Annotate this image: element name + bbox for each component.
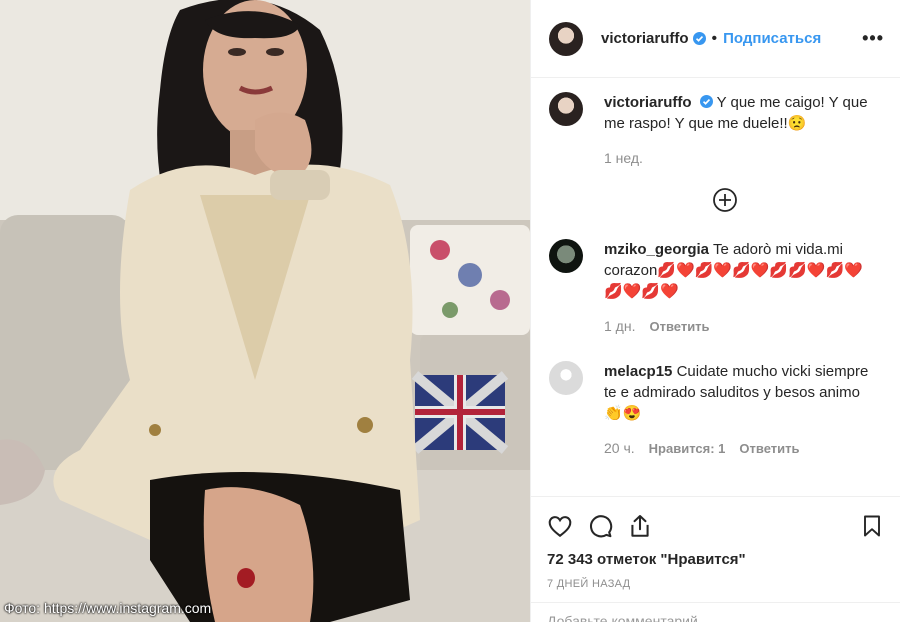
separator-dot: • [711,29,718,47]
follow-button[interactable]: Подписаться [723,30,821,47]
likes-count[interactable]: 72 343 отметок "Нравится" [547,551,884,568]
reply-button[interactable]: Ответить [649,316,709,337]
add-comment-input[interactable]: Добавьте комментарий... [531,602,900,622]
photo-credit: Фото: https://www.instagram.com [4,600,212,616]
post-header: victoriaruffo • Подписаться ••• [531,0,900,78]
post-date[interactable]: 7 ДНЕЙ НАЗАД [547,578,884,590]
action-bar [547,511,884,541]
reply-button[interactable]: Ответить [739,438,799,459]
comment-item: melacp15 Cuidate mucho vicki siempre te … [549,361,884,459]
post-image [0,0,530,622]
plus-circle-icon[interactable] [713,188,737,212]
comment-icon[interactable] [587,513,613,539]
comment-meta: 20 ч. Нравится: 1 Ответить [604,438,870,459]
comment-likes[interactable]: Нравится: 1 [649,438,726,459]
share-icon[interactable] [627,513,653,539]
comment-item: mziko_georgia Te adorò mi vida.mi corazo… [549,239,884,337]
post-username[interactable]: victoriaruffo [601,30,689,47]
post-photo[interactable]: Фото: https://www.instagram.com [0,0,530,622]
verified-icon [692,32,706,45]
heart-icon[interactable] [547,513,573,539]
avatar[interactable] [549,92,583,126]
avatar[interactable] [549,21,583,56]
caption-time[interactable]: 1 нед. [604,148,643,169]
caption-meta: 1 нед. [604,148,870,169]
verified-icon [699,95,713,108]
post-sidebar: victoriaruffo • Подписаться ••• victoria… [530,0,900,622]
avatar[interactable] [549,361,583,395]
comment-time[interactable]: 1 дн. [604,316,635,337]
caption-item: victoriaruffo Y que me caigo! Y que me r… [549,92,884,169]
comments-list: victoriaruffo Y que me caigo! Y que me r… [531,92,900,459]
avatar[interactable] [549,239,583,273]
comment-time[interactable]: 20 ч. [604,438,635,459]
more-options-icon[interactable]: ••• [862,28,884,49]
caption-username[interactable]: victoriaruffo [604,94,692,111]
comment-username[interactable]: mziko_georgia [604,241,709,258]
comment-username[interactable]: melacp15 [604,363,672,380]
comment-meta: 1 дн. Ответить [604,316,870,337]
bookmark-icon[interactable] [860,513,884,539]
